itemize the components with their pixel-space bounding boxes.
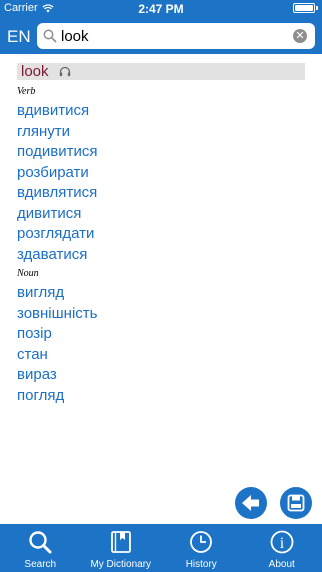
translation-item[interactable]: позір bbox=[17, 324, 305, 345]
search-box[interactable]: ✕ bbox=[37, 23, 315, 49]
battery-fill bbox=[295, 5, 313, 11]
floppy-disk-icon bbox=[287, 494, 305, 512]
translation-item[interactable]: розбирати bbox=[17, 163, 305, 184]
clear-search-button[interactable]: ✕ bbox=[293, 29, 307, 43]
status-right bbox=[293, 3, 318, 13]
translation-item[interactable]: вигляд bbox=[17, 283, 305, 304]
headword-bar: look bbox=[17, 63, 305, 80]
translation-list: Verb вдивитися глянути подивитися розбир… bbox=[17, 83, 305, 406]
search-icon bbox=[29, 531, 52, 554]
language-button[interactable]: EN bbox=[7, 27, 31, 47]
info-icon: i bbox=[270, 530, 294, 554]
translation-item[interactable]: глянути bbox=[17, 122, 305, 143]
search-input[interactable] bbox=[61, 26, 289, 46]
tab-history[interactable]: History bbox=[161, 524, 242, 572]
pos-label-verb: Verb bbox=[17, 86, 36, 97]
translation-item[interactable]: погляд bbox=[17, 386, 305, 407]
back-button[interactable] bbox=[235, 487, 267, 519]
tab-bar: Search My Dictionary History i About bbox=[0, 524, 322, 572]
battery-icon bbox=[293, 3, 315, 13]
book-icon bbox=[110, 531, 131, 553]
status-bar: Carrier 2:47 PM bbox=[0, 0, 322, 17]
tab-label: History bbox=[185, 559, 217, 570]
battery-tip bbox=[316, 6, 318, 10]
headphones-icon[interactable] bbox=[59, 66, 71, 77]
arrow-left-icon bbox=[242, 495, 259, 511]
close-icon: ✕ bbox=[295, 30, 305, 42]
tab-about[interactable]: i About bbox=[242, 524, 322, 572]
translation-item[interactable]: вдивлятися bbox=[17, 183, 305, 204]
svg-text:i: i bbox=[280, 535, 285, 552]
tab-my-dictionary[interactable]: My Dictionary bbox=[81, 524, 162, 572]
translation-item[interactable]: здаватися bbox=[17, 245, 305, 266]
search-icon bbox=[43, 29, 57, 43]
translation-item[interactable]: розглядати bbox=[17, 224, 305, 245]
translation-item[interactable]: вдивитися bbox=[17, 101, 305, 122]
top-bar: Carrier 2:47 PM EN ✕ bbox=[0, 0, 322, 54]
tab-label: My Dictionary bbox=[90, 559, 152, 570]
clock-icon bbox=[190, 531, 213, 553]
tab-label: Search bbox=[24, 559, 57, 570]
headword: look bbox=[21, 63, 49, 80]
tab-search[interactable]: Search bbox=[0, 524, 81, 572]
translation-item[interactable]: вираз bbox=[17, 365, 305, 386]
pos-label-noun: Noun bbox=[17, 268, 39, 279]
translation-item[interactable]: зовнішність bbox=[17, 304, 305, 325]
translation-item[interactable]: стан bbox=[17, 345, 305, 366]
translation-item[interactable]: подивитися bbox=[17, 142, 305, 163]
translation-item[interactable]: дивитися bbox=[17, 204, 305, 225]
status-time: 2:47 PM bbox=[138, 2, 184, 16]
save-button[interactable] bbox=[280, 487, 312, 519]
tab-label: About bbox=[268, 559, 295, 570]
